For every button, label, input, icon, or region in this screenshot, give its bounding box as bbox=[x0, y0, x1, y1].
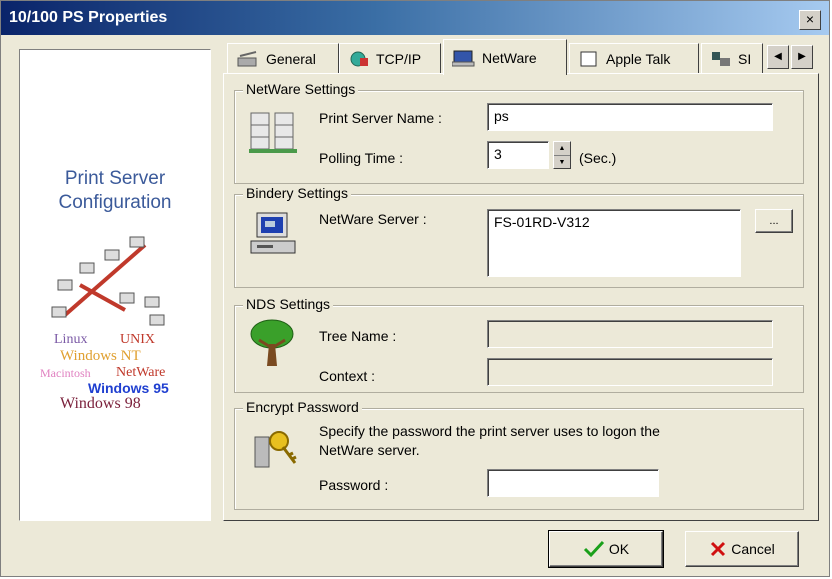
tab-label: NetWare bbox=[482, 49, 537, 66]
os-linux: Linux bbox=[54, 332, 88, 347]
servers-icon bbox=[249, 112, 297, 153]
tab-label: SI bbox=[738, 50, 752, 67]
encrypt-desc-line2: NetWare server. bbox=[319, 442, 420, 458]
ok-label: OK bbox=[608, 541, 630, 557]
tab-scroll-right-button[interactable]: ▶ bbox=[791, 45, 813, 69]
panel-title-line2: Configuration bbox=[58, 192, 172, 213]
netware-settings-legend: NetWare Settings bbox=[243, 81, 359, 97]
appletalk-icon bbox=[580, 51, 597, 66]
print-server-name-label: Print Server Name : bbox=[319, 110, 442, 126]
tcpip-icon bbox=[350, 51, 368, 66]
tab-label: General bbox=[266, 50, 316, 67]
netware-server-label: NetWare Server : bbox=[319, 211, 427, 227]
tree-name-label: Tree Name : bbox=[319, 328, 397, 344]
polling-time-spinner[interactable]: ▲ ▼ bbox=[553, 141, 571, 169]
os-windows-98: Windows 98 bbox=[60, 395, 141, 412]
title-bar: 10/100 PS Properties × bbox=[1, 1, 829, 35]
netware-settings-group: NetWare Settings Print Server Name : ps … bbox=[234, 81, 804, 184]
properties-dialog: 10/100 PS Properties × Print Server Conf… bbox=[0, 0, 830, 577]
ok-button[interactable]: OK bbox=[548, 530, 664, 568]
bindery-settings-legend: Bindery Settings bbox=[243, 185, 351, 201]
encrypt-desc-line1: Specify the password the print server us… bbox=[319, 423, 660, 439]
network-diagram-icon bbox=[51, 236, 165, 326]
spin-up-icon[interactable]: ▲ bbox=[554, 142, 570, 155]
browse-server-button[interactable]: ... bbox=[755, 209, 793, 233]
tab-apple-talk[interactable]: Apple Talk bbox=[569, 43, 699, 73]
encrypt-password-legend: Encrypt Password bbox=[243, 399, 362, 415]
os-netware: NetWare bbox=[116, 365, 166, 380]
print-server-name-input[interactable]: ps bbox=[487, 103, 773, 131]
computer-icon bbox=[250, 212, 296, 254]
os-unix: UNIX bbox=[120, 332, 155, 347]
tab-tcpip[interactable]: TCP/IP bbox=[339, 43, 441, 73]
netware-icon bbox=[452, 50, 475, 66]
snmp-icon bbox=[712, 51, 730, 66]
context-label: Context : bbox=[319, 368, 376, 384]
password-input[interactable] bbox=[487, 469, 659, 497]
general-icon bbox=[237, 50, 257, 66]
cancel-x-icon bbox=[711, 541, 726, 557]
tab-snmp[interactable]: SI bbox=[701, 43, 763, 73]
left-branding-panel: Print Server Configuration Linux UNIX Wi… bbox=[19, 49, 211, 521]
context-input[interactable] bbox=[487, 358, 773, 386]
panel-title-line1: Print Server bbox=[64, 168, 166, 189]
tab-general[interactable]: General bbox=[227, 43, 339, 73]
password-label: Password : bbox=[319, 477, 389, 493]
os-windows-nt: Windows NT bbox=[60, 348, 141, 364]
os-windows-95: Windows 95 bbox=[88, 380, 169, 396]
netware-tab-page: NetWare Settings Print Server Name : ps … bbox=[223, 73, 819, 521]
polling-time-input[interactable]: 3 bbox=[487, 141, 549, 169]
encrypt-password-group: Encrypt Password Specify the password th… bbox=[234, 399, 804, 510]
tab-label: TCP/IP bbox=[376, 50, 422, 67]
cancel-label: Cancel bbox=[731, 541, 775, 557]
tree-icon bbox=[250, 319, 294, 366]
tab-netware[interactable]: NetWare bbox=[443, 39, 567, 75]
polling-unit-label: (Sec.) bbox=[579, 150, 617, 166]
cancel-button[interactable]: Cancel bbox=[685, 531, 799, 567]
close-button[interactable]: × bbox=[799, 10, 821, 30]
netware-server-input[interactable]: FS-01RD-V312 bbox=[487, 209, 741, 277]
keys-icon bbox=[254, 431, 297, 468]
spin-down-icon[interactable]: ▼ bbox=[554, 155, 570, 169]
bindery-settings-group: Bindery Settings NetWare Server : FS-01R… bbox=[234, 185, 804, 288]
checkmark-icon bbox=[583, 540, 604, 558]
os-macintosh: Macintosh bbox=[40, 366, 91, 380]
tab-scroll-left-button[interactable]: ◀ bbox=[767, 45, 789, 69]
window-title: 10/100 PS Properties bbox=[9, 9, 168, 26]
tree-name-input[interactable] bbox=[487, 320, 773, 348]
polling-time-label: Polling Time : bbox=[319, 150, 404, 166]
nds-settings-legend: NDS Settings bbox=[243, 296, 334, 312]
tab-label: Apple Talk bbox=[606, 50, 671, 67]
nds-settings-group: NDS Settings Tree Name : Context : bbox=[234, 296, 804, 393]
